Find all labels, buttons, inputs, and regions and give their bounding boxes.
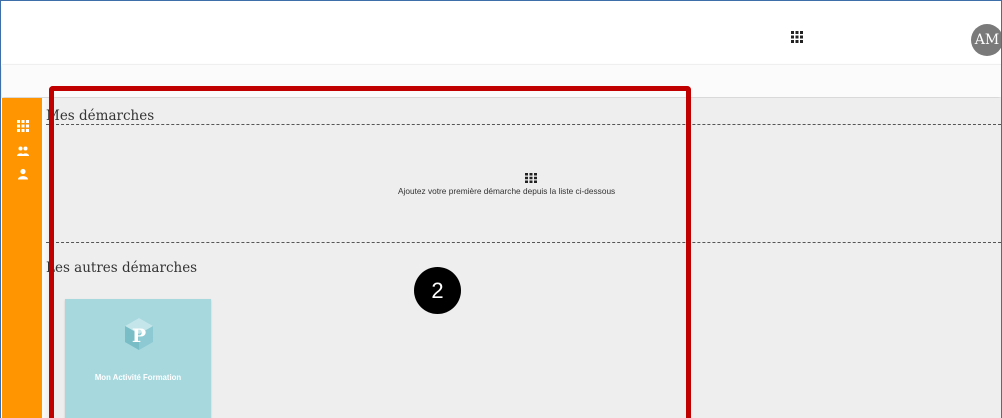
apps-grid-icon[interactable]	[17, 120, 29, 132]
annotation-callout: 2	[414, 267, 461, 314]
app-window: AM Mes démarches Ajoutez votre première …	[0, 0, 1002, 418]
top-header	[2, 2, 1001, 64]
sidebar	[2, 98, 42, 418]
apps-grid-icon[interactable]	[791, 31, 803, 43]
annotation-highlight-box	[49, 86, 691, 418]
group-icon[interactable]	[17, 145, 29, 157]
user-avatar[interactable]: AM	[971, 24, 1001, 56]
person-icon[interactable]	[17, 168, 29, 180]
